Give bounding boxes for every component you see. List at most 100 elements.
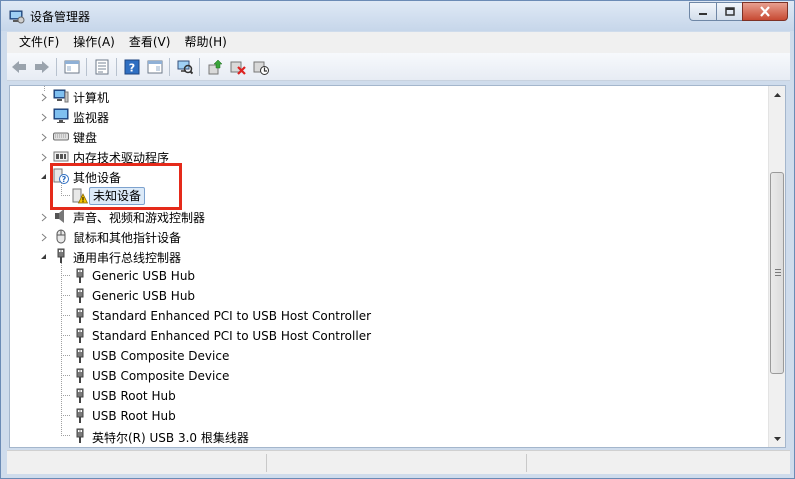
update-driver-icon — [208, 59, 223, 74]
tree-node-label: Standard Enhanced PCI to USB Host Contro… — [92, 309, 372, 323]
maximize-button[interactable] — [716, 2, 742, 21]
window-title: 设备管理器 — [30, 10, 91, 24]
usb-device-icon — [76, 388, 84, 403]
menu-action[interactable]: 操作(A) — [67, 32, 121, 53]
action-pane-button[interactable] — [143, 56, 166, 78]
scroll-down-button[interactable] — [769, 430, 785, 447]
scroll-thumb[interactable] — [770, 172, 784, 374]
menu-file[interactable]: 文件(F) — [13, 32, 65, 53]
scroll-grip — [775, 272, 781, 273]
uninstall-button[interactable] — [226, 56, 249, 78]
usb-device-icon — [76, 288, 84, 303]
tree-node-usb-device[interactable]: USB Root Hub — [10, 406, 770, 426]
toolbar: ? — [7, 53, 790, 81]
expand-arrow-icon[interactable] — [40, 213, 49, 222]
collapse-arrow-icon[interactable] — [39, 172, 48, 181]
forward-button[interactable] — [30, 56, 53, 78]
scroll-grip — [775, 269, 781, 270]
show-hide-console-tree-button[interactable] — [60, 56, 83, 78]
keyboard-icon — [53, 132, 69, 141]
scroll-grip — [775, 275, 781, 276]
tree-node-label-selected: 未知设备 — [89, 187, 146, 205]
usb-device-icon — [76, 308, 84, 323]
tree-node-label: 内存技术驱动程序 — [73, 151, 170, 165]
usb-device-icon — [76, 408, 84, 423]
close-button[interactable] — [742, 2, 788, 21]
expand-arrow-icon[interactable] — [40, 113, 49, 122]
tree-node-usb-device[interactable]: Generic USB Hub — [10, 286, 770, 306]
minimize-button[interactable] — [689, 2, 716, 21]
tree-node-usb-controllers[interactable]: 通用串行总线控制器 — [10, 246, 770, 266]
vertical-scrollbar[interactable] — [768, 86, 785, 447]
expand-arrow-icon[interactable] — [40, 153, 49, 162]
tree-node-label: USB Composite Device — [92, 349, 230, 363]
tree-node-usb-device[interactable]: USB Root Hub — [10, 386, 770, 406]
tree-node-usb-device[interactable]: Standard Enhanced PCI to USB Host Contro… — [10, 326, 770, 346]
monitor-icon — [53, 108, 69, 123]
expand-arrow-icon[interactable] — [40, 233, 49, 242]
usb-device-icon — [76, 368, 84, 383]
mouse-icon — [56, 229, 66, 244]
tree-node-label: 英特尔(R) USB 3.0 根集线器 — [92, 431, 249, 445]
tree-node-label: 鼠标和其他指针设备 — [73, 231, 182, 245]
disable-button[interactable] — [249, 56, 272, 78]
collapse-arrow-icon[interactable] — [39, 252, 48, 261]
svg-text:?: ? — [128, 61, 134, 74]
status-segment — [267, 454, 527, 472]
tree-node-usb-device[interactable]: USB Composite Device — [10, 346, 770, 366]
tree-node-other-devices[interactable]: ? 其他设备 — [10, 166, 770, 186]
tree-node-label: 其他设备 — [73, 171, 122, 185]
update-driver-button[interactable] — [203, 56, 226, 78]
memory-icon — [53, 151, 69, 162]
tree-node-label: USB Composite Device — [92, 369, 230, 383]
tree-node-label: 声音、视频和游戏控制器 — [73, 211, 206, 225]
device-manager-icon — [9, 10, 25, 24]
help-button[interactable]: ? — [120, 56, 143, 78]
menu-bar: 文件(F) 操作(A) 查看(V) 帮助(H) — [7, 32, 790, 53]
expand-arrow-icon[interactable] — [40, 93, 49, 102]
tree-node-computer[interactable]: 计算机 — [10, 86, 770, 106]
tree-node-label: Generic USB Hub — [92, 269, 196, 283]
tree-node-sound[interactable]: 声音、视频和游戏控制器 — [10, 206, 770, 226]
toolbar-separator — [199, 57, 200, 76]
tree-node-usb-device[interactable]: Standard Enhanced PCI to USB Host Contro… — [10, 306, 770, 326]
tree-node-keyboard[interactable]: 键盘 — [10, 126, 770, 146]
usb-device-icon — [76, 428, 84, 443]
sound-icon — [55, 209, 64, 223]
device-tree[interactable]: 计算机 监视器 键盘 内存技术驱动程序 ? 其他设备 未知设备 声音、视频和游戏… — [9, 85, 786, 448]
tree-node-label: 监视器 — [73, 111, 110, 125]
disable-icon — [253, 61, 269, 75]
window-controls — [689, 2, 788, 21]
tree-node-usb-device[interactable]: 英特尔(R) USB 3.0 根集线器 — [10, 426, 770, 446]
properties-icon — [95, 59, 108, 74]
unknown-device-warning-icon — [72, 188, 88, 204]
tree-node-label: Standard Enhanced PCI to USB Host Contro… — [92, 329, 372, 343]
forward-icon — [34, 60, 49, 73]
menu-view[interactable]: 查看(V) — [123, 32, 177, 53]
expand-arrow-icon[interactable] — [40, 133, 49, 142]
tree-node-usb-device[interactable]: USB Composite Device — [10, 366, 770, 386]
menu-help[interactable]: 帮助(H) — [178, 32, 232, 53]
toolbar-separator — [86, 57, 87, 76]
tree-node-usb-device[interactable]: Generic USB Hub — [10, 266, 770, 286]
uninstall-icon — [230, 61, 246, 75]
scan-hardware-icon — [177, 60, 193, 74]
tree-node-label: USB Root Hub — [92, 409, 176, 423]
status-segment — [7, 454, 267, 472]
scroll-up-button[interactable] — [769, 86, 785, 103]
tree-node-label: 计算机 — [73, 91, 110, 105]
tree-node-label: 通用串行总线控制器 — [73, 251, 182, 265]
usb-device-icon — [76, 268, 84, 283]
properties-button[interactable] — [90, 56, 113, 78]
usb-device-icon — [76, 328, 84, 343]
maximize-icon — [724, 6, 735, 16]
toolbar-separator — [116, 57, 117, 76]
tree-node-monitor[interactable]: 监视器 — [10, 106, 770, 126]
tree-node-memory[interactable]: 内存技术驱动程序 — [10, 146, 770, 166]
action-pane-icon — [147, 60, 162, 73]
back-button[interactable] — [7, 56, 30, 78]
scan-hardware-button[interactable] — [173, 56, 196, 78]
tree-node-mouse[interactable]: 鼠标和其他指针设备 — [10, 226, 770, 246]
tree-node-unknown-device[interactable]: 未知设备 — [10, 186, 770, 206]
title-bar[interactable]: 设备管理器 — [1, 1, 794, 31]
